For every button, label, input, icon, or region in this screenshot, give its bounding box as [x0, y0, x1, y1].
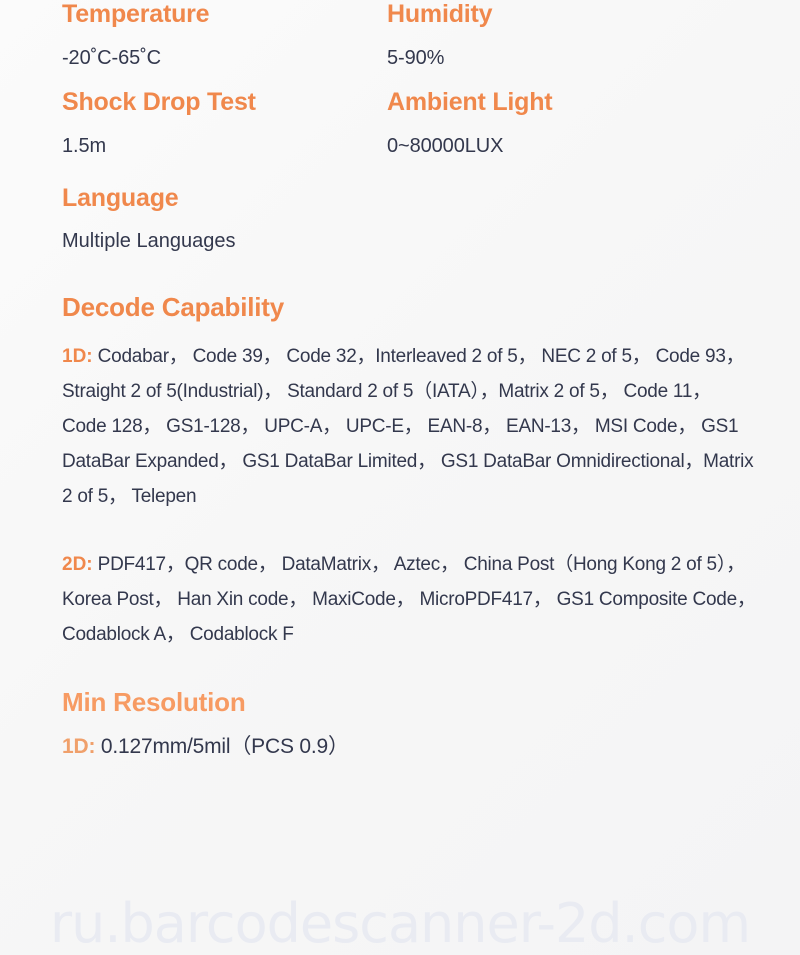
spec-item-language: Language Multiple Languages — [62, 158, 760, 254]
spec-value-language: Multiple Languages — [62, 230, 236, 253]
spec-title-humidity: Humidity — [387, 0, 493, 28]
spec-item-temperature: Temperature -20˚C-65˚C — [62, 0, 387, 70]
environment-spec-grid: Temperature -20˚C-65˚C Humidity 5-90% Sh… — [62, 0, 760, 158]
decode-1d-group: 1D: Codabar， Code 39， Code 32，Interleave… — [62, 339, 760, 514]
spec-title-ambient-light: Ambient Light — [387, 87, 553, 116]
section-title-decode-capability: Decode Capability — [62, 292, 284, 323]
spec-item-ambient-light: Ambient Light 0~80000LUX — [387, 88, 760, 158]
decode-2d-list: PDF417，QR code， DataMatrix， Aztec， China… — [62, 554, 756, 646]
spec-value-temperature: -20˚C-65˚C — [62, 46, 162, 69]
decode-2d-label: 2D: — [62, 554, 93, 576]
spec-value-humidity: 5-90% — [387, 46, 445, 69]
min-resolution-1d-value: 0.127mm/5mil（PCS 0.9） — [100, 735, 349, 759]
decode-2d-group: 2D: PDF417，QR code， DataMatrix， Aztec， C… — [62, 547, 760, 652]
site-watermark: ru.barcodescanner-2d.com — [49, 892, 751, 955]
decode-1d-label: 1D: — [62, 346, 93, 368]
min-resolution-section: Min Resolution 1D: 0.127mm/5mil（PCS 0.9） — [62, 652, 760, 759]
spec-value-shock-drop-test: 1.5m — [62, 134, 107, 157]
spec-sheet-page: Temperature -20˚C-65˚C Humidity 5-90% Sh… — [0, 0, 800, 955]
spec-title-temperature: Temperature — [62, 0, 210, 28]
spec-title-shock-drop-test: Shock Drop Test — [62, 87, 256, 116]
decode-capability-section: Decode Capability 1D: Codabar， Code 39， … — [62, 253, 760, 652]
section-title-min-resolution: Min Resolution — [62, 687, 246, 718]
spec-item-shock-drop-test: Shock Drop Test 1.5m — [62, 88, 387, 158]
spec-title-language: Language — [62, 183, 179, 212]
min-resolution-1d-line: 1D: 0.127mm/5mil（PCS 0.9） — [62, 734, 760, 759]
decode-1d-list: Codabar， Code 39， Code 32，Interleaved 2 … — [62, 346, 754, 508]
spec-value-ambient-light: 0~80000LUX — [387, 134, 504, 157]
spec-item-humidity: Humidity 5-90% — [387, 0, 760, 70]
min-resolution-1d-label: 1D: — [62, 735, 96, 759]
